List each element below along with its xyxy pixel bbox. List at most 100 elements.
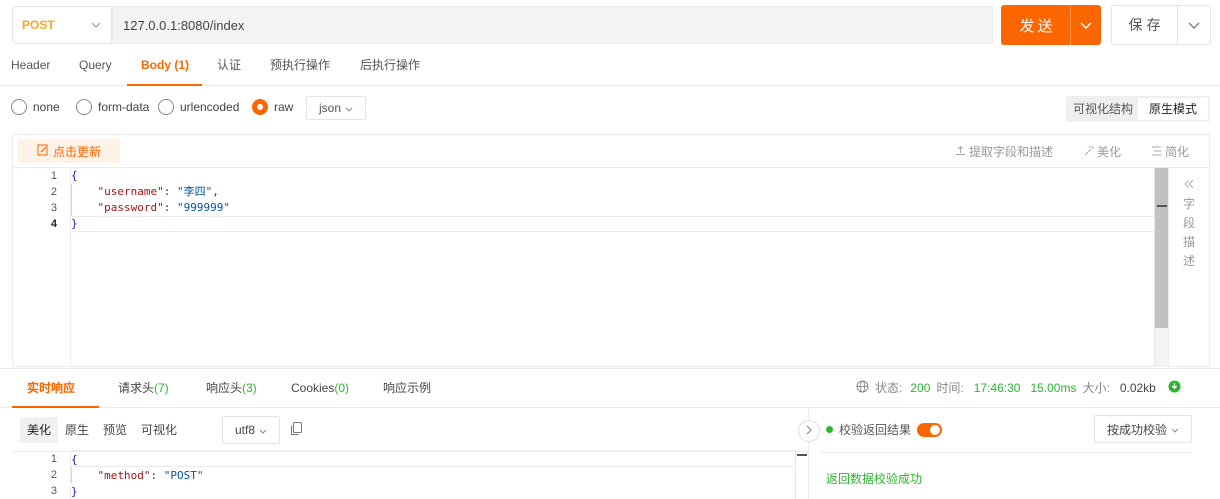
response-line-gutter: 1 2 3 xyxy=(12,452,71,499)
download-icon[interactable] xyxy=(1168,380,1181,396)
radio-circle xyxy=(76,99,92,115)
code-line: "password": "999999" xyxy=(97,201,230,214)
send-button[interactable]: 发送 xyxy=(1001,5,1101,45)
radio-raw[interactable]: raw xyxy=(252,99,293,115)
encoding-value: utf8 xyxy=(234,423,255,437)
send-label: 发送 xyxy=(1019,17,1056,35)
copy-icon[interactable] xyxy=(290,422,303,439)
response-duration: 15.00ms xyxy=(1030,380,1077,395)
simplify-button[interactable]: 简化 xyxy=(1151,143,1189,160)
validation-mode-value: 按成功校验 xyxy=(1106,422,1167,437)
double-chevron-left-icon xyxy=(1184,176,1194,195)
chevron-down-icon xyxy=(1171,422,1179,436)
editor-scrollbar-thumb[interactable] xyxy=(1155,168,1168,328)
save-label: 保存 xyxy=(1128,17,1165,33)
chevron-down-icon xyxy=(345,101,353,115)
status-dot xyxy=(826,426,833,433)
code-line: "username": "李四", xyxy=(97,185,219,198)
code-line: } xyxy=(71,485,78,498)
radio-circle xyxy=(11,99,27,115)
raw-format-value: json xyxy=(318,101,341,115)
collapse-pane-button[interactable] xyxy=(798,420,820,442)
cursor-position-marker xyxy=(1157,205,1167,207)
response-beautify-button[interactable]: 美化 xyxy=(20,417,59,443)
active-tab-underline xyxy=(127,84,202,86)
beautify-button[interactable]: 美化 xyxy=(1083,143,1121,160)
field-description-toggle[interactable]: 字 段 描 述 xyxy=(1168,176,1210,271)
json-value: "李四" xyxy=(176,185,213,198)
response-visual-button[interactable]: 可视化 xyxy=(134,417,184,443)
response-view-toolbar: 美化 原生 预览 可视化 xyxy=(20,416,184,444)
magic-wand-icon xyxy=(1083,145,1094,159)
method-select[interactable]: POST xyxy=(12,6,112,44)
globe-icon xyxy=(856,380,869,396)
mode-raw[interactable]: 原生模式 xyxy=(1138,98,1208,120)
response-raw-button[interactable]: 原生 xyxy=(58,417,96,443)
radio-urlencoded[interactable]: urlencoded xyxy=(158,99,239,115)
json-key: "password" xyxy=(97,201,164,214)
mode-visual[interactable]: 可视化结构 xyxy=(1068,98,1138,120)
code-line: { xyxy=(71,453,78,466)
response-size: 0.02kb xyxy=(1119,380,1156,395)
line-number: 3 xyxy=(50,202,57,214)
url-input[interactable]: 127.0.0.1:8080/index xyxy=(112,6,993,44)
validation-result-message: 返回数据校验成功 xyxy=(826,472,923,486)
encoding-select[interactable]: utf8 xyxy=(222,416,280,444)
tab-cookies[interactable]: Cookies(0) xyxy=(291,369,349,407)
response-scrollbar[interactable] xyxy=(795,452,808,499)
extract-fields-button[interactable]: 提取字段和描述 xyxy=(955,143,1053,160)
json-key: "method" xyxy=(97,469,151,482)
edit-icon xyxy=(37,144,49,159)
cursor-position-marker xyxy=(797,454,807,456)
response-time: 17:46:30 xyxy=(973,380,1021,395)
upload-icon xyxy=(955,145,966,159)
tab-header[interactable]: Header xyxy=(11,50,50,86)
view-mode-toggle: 可视化结构 原生模式 xyxy=(1066,96,1210,122)
active-tab-underline xyxy=(12,406,99,408)
validation-toggle-label: 校验返回结果 xyxy=(839,423,912,437)
code-line: "method": "POST" xyxy=(97,469,204,482)
save-button[interactable]: 保存 xyxy=(1111,5,1211,45)
status-code: 200 xyxy=(910,380,931,395)
line-number-current: 4 xyxy=(50,218,57,230)
code-line: { xyxy=(71,169,78,182)
divider xyxy=(820,452,1192,453)
line-number: 1 xyxy=(50,453,57,465)
method-value: POST xyxy=(22,18,55,32)
chevron-down-icon xyxy=(259,423,267,437)
tab-response-example[interactable]: 响应示例 xyxy=(383,369,431,407)
current-line-highlight xyxy=(71,216,1154,232)
tab-query[interactable]: Query xyxy=(79,50,112,86)
code-line: } xyxy=(71,217,78,230)
save-options-chevron-icon[interactable] xyxy=(1178,22,1210,29)
json-key: "username" xyxy=(97,185,164,198)
validation-switch[interactable] xyxy=(917,422,943,437)
send-options-chevron-icon[interactable] xyxy=(1071,21,1101,29)
line-number: 2 xyxy=(50,186,57,198)
tab-body[interactable]: Body (1) xyxy=(141,50,189,86)
validation-mode-select[interactable]: 按成功校验 xyxy=(1094,415,1192,443)
current-line-highlight xyxy=(71,450,796,467)
tab-post-script[interactable]: 后执行操作 xyxy=(360,50,420,86)
line-number: 1 xyxy=(50,170,57,182)
response-preview-button[interactable]: 预览 xyxy=(96,417,134,443)
radio-circle xyxy=(158,99,174,115)
line-gutter: 1 2 3 4 xyxy=(12,168,71,367)
radio-none[interactable]: none xyxy=(11,99,60,115)
tab-pre-script[interactable]: 预执行操作 xyxy=(270,50,330,86)
radio-circle-selected xyxy=(252,99,268,115)
update-label: 点击更新 xyxy=(52,144,101,159)
tab-response-headers[interactable]: 响应头(3) xyxy=(206,369,257,407)
url-value: 127.0.0.1:8080/index xyxy=(123,17,245,33)
json-value: "999999" xyxy=(176,201,230,214)
radio-form-data[interactable]: form-data xyxy=(76,99,149,115)
chevron-right-icon xyxy=(806,424,812,438)
tab-request-headers[interactable]: 请求头(7) xyxy=(118,369,169,407)
validation-toggle-row: 校验返回结果 xyxy=(826,421,943,438)
line-number: 3 xyxy=(50,485,57,497)
raw-format-select[interactable]: json xyxy=(306,96,366,120)
tab-live-response[interactable]: 实时响应 xyxy=(27,369,75,407)
update-button[interactable]: 点击更新 xyxy=(18,139,120,163)
line-number: 2 xyxy=(50,469,57,481)
tab-auth[interactable]: 认证 xyxy=(217,50,241,86)
